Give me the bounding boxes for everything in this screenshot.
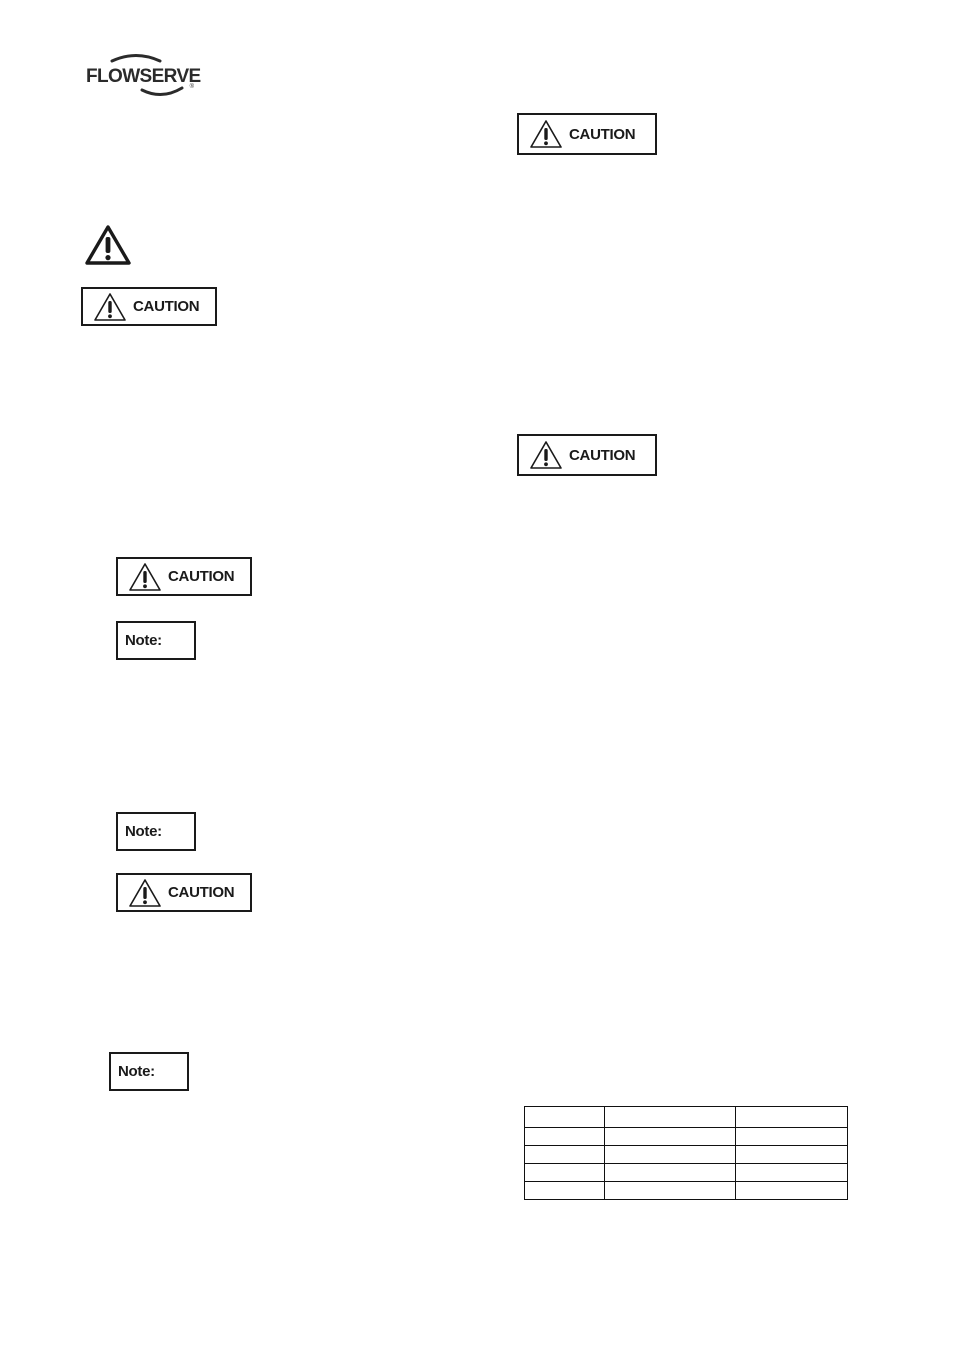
table-row <box>524 1127 848 1146</box>
table-cell <box>604 1127 736 1146</box>
caution-label: CAUTION <box>133 298 200 315</box>
caution-label: CAUTION <box>569 446 636 464</box>
table-cell <box>524 1106 605 1128</box>
table-cell <box>735 1163 848 1182</box>
table-cell <box>604 1106 736 1128</box>
table-cell <box>524 1127 605 1146</box>
registered-mark: ® <box>189 84 194 90</box>
note-callout: Note: <box>109 1052 189 1091</box>
table-cell <box>524 1163 605 1182</box>
warning-triangle-icon <box>529 119 563 149</box>
table-cell <box>604 1181 736 1200</box>
flowserve-logo: FLOWSERVE ® <box>84 52 201 100</box>
note-callout: Note: <box>116 621 196 660</box>
caution-label: CAUTION <box>168 568 235 585</box>
table-cell <box>524 1145 605 1164</box>
caution-callout: CAUTION <box>116 557 252 596</box>
note-label: Note: <box>125 632 162 649</box>
table-cell <box>735 1181 848 1200</box>
table-cell <box>524 1181 605 1200</box>
table-row <box>524 1145 848 1164</box>
data-table <box>524 1106 848 1200</box>
caution-label: CAUTION <box>168 884 235 901</box>
warning-triangle-icon <box>529 440 563 470</box>
table-cell <box>604 1163 736 1182</box>
note-label: Note: <box>125 823 162 840</box>
caution-label: CAUTION <box>569 125 636 143</box>
table-row <box>524 1106 848 1128</box>
note-label: Note: <box>118 1063 155 1080</box>
warning-triangle-icon <box>128 562 162 592</box>
table-cell <box>735 1106 848 1128</box>
caution-callout: CAUTION <box>517 113 657 155</box>
caution-callout: CAUTION <box>81 287 217 326</box>
warning-triangle-icon <box>128 878 162 908</box>
table-cell <box>604 1145 736 1164</box>
caution-callout: CAUTION <box>517 434 657 476</box>
warning-triangle-icon <box>84 224 132 266</box>
table-row <box>524 1163 848 1182</box>
warning-triangle-icon <box>93 292 127 322</box>
note-callout: Note: <box>116 812 196 851</box>
table-cell <box>735 1127 848 1146</box>
caution-callout: CAUTION <box>116 873 252 912</box>
table-row <box>524 1181 848 1200</box>
table-cell <box>735 1145 848 1164</box>
logo-wordmark: FLOWSERVE <box>86 66 201 87</box>
